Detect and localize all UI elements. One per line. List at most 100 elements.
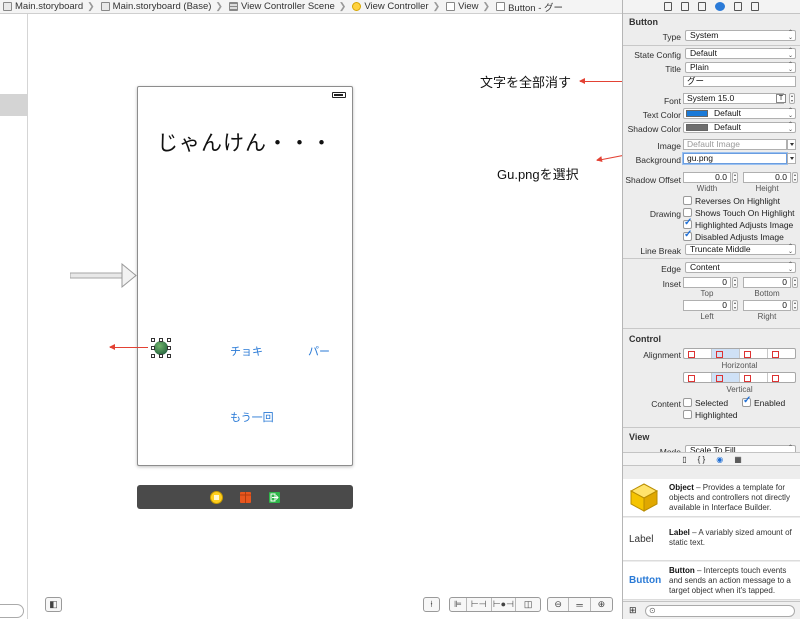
janken-title-label[interactable]: じゃんけん・・・ [138, 127, 352, 157]
title-type-popup[interactable]: Plain [685, 62, 796, 73]
state-config-popup[interactable]: Default [685, 48, 796, 59]
inset-right-field[interactable]: 0 [743, 300, 791, 311]
zoom-in-icon[interactable]: ⊕ [591, 598, 612, 611]
inset-right-stepper[interactable] [792, 300, 798, 311]
library-filter-field[interactable]: ⊙ [645, 605, 795, 617]
background-dropdown-icon[interactable] [787, 153, 796, 164]
media-library-icon[interactable]: ▦ [734, 455, 742, 464]
resize-handle[interactable] [151, 346, 155, 350]
line-break-label: Line Break [640, 246, 681, 256]
file-inspector-icon[interactable] [664, 2, 672, 11]
quick-help-icon[interactable] [681, 2, 689, 11]
resize-handle[interactable] [167, 354, 171, 358]
outline-filter-field[interactable] [0, 604, 24, 618]
library-item-button[interactable]: Button Button – Intercepts touch events … [623, 562, 800, 600]
font-picker-icon[interactable]: T [776, 94, 786, 103]
breadcrumb-item-button[interactable]: Button - グー [493, 0, 566, 13]
zoom-out-icon[interactable]: ⊖ [548, 598, 570, 611]
image-field[interactable]: Default Image [683, 139, 787, 150]
library-filter-bar: ⊞ ⊙ [623, 601, 800, 619]
show-outline-button[interactable]: ◧ [45, 597, 62, 612]
align-bottom-icon[interactable] [740, 373, 768, 382]
align-fill-vertical-icon[interactable] [768, 373, 795, 382]
initial-view-controller-arrow-icon[interactable] [70, 263, 137, 289]
font-size-stepper[interactable] [789, 93, 795, 104]
inset-bottom-field[interactable]: 0 [743, 277, 791, 288]
highlighted-adjusts-checkbox[interactable] [683, 217, 692, 229]
resize-handle[interactable] [159, 338, 163, 342]
line-break-popup[interactable]: Truncate Middle [685, 244, 796, 255]
inset-left-stepper[interactable] [732, 300, 738, 311]
shadow-height-stepper[interactable] [792, 172, 798, 183]
shadow-color-swatch[interactable] [686, 124, 708, 131]
align-left-icon[interactable] [684, 349, 712, 358]
size-inspector-icon[interactable] [734, 2, 742, 11]
resolve-icon[interactable]: ⊢●⊣ [492, 598, 517, 611]
breadcrumb-item-scene[interactable]: View Controller Scene ❯ [226, 1, 349, 12]
shadow-width-stepper[interactable] [732, 172, 738, 183]
connections-inspector-icon[interactable] [751, 2, 759, 11]
highlighted-checkbox[interactable] [683, 410, 692, 419]
gu-button[interactable] [151, 338, 171, 358]
image-dropdown-icon[interactable] [787, 139, 796, 150]
align-right-icon[interactable] [740, 349, 768, 358]
enabled-checkbox[interactable] [742, 395, 751, 407]
disabled-adjusts-checkbox[interactable] [683, 229, 692, 241]
inset-bottom-stepper[interactable] [792, 277, 798, 288]
identity-inspector-icon[interactable] [698, 2, 706, 11]
zoom-actual-icon[interactable]: ═ [569, 598, 591, 611]
view-controller-scene[interactable]: じゃんけん・・・ チョキ パー もう一回 [137, 86, 353, 466]
annotation-arrow-icon [109, 344, 148, 350]
breadcrumb-item-main-storyboard[interactable]: Main.storyboard ❯ [0, 1, 98, 12]
shadow-offset-height-field[interactable]: 0.0 [743, 172, 791, 183]
height-caption: Height [755, 184, 779, 193]
library-item-object[interactable]: Object – Provides a template for objects… [623, 479, 800, 517]
title-text-field[interactable]: グー [683, 76, 796, 87]
resize-handle[interactable] [151, 338, 155, 342]
inset-left-field[interactable]: 0 [683, 300, 731, 311]
font-field[interactable]: System 15.0 [683, 93, 784, 104]
size-class-button[interactable]: ⍿ [423, 597, 440, 612]
align-fill-icon[interactable] [768, 349, 795, 358]
resizing-icon[interactable]: ◫ [516, 598, 540, 611]
background-field[interactable]: gu.png [683, 153, 787, 164]
breadcrumb-item-view-controller[interactable]: View Controller ❯ [349, 1, 443, 12]
library-item-label[interactable]: Label Label – A variably sized amount of… [623, 518, 800, 561]
retry-button[interactable]: もう一回 [230, 409, 274, 425]
shadow-offset-width-field[interactable]: 0.0 [683, 172, 731, 183]
attributes-inspector-icon[interactable] [715, 2, 725, 11]
resize-handle[interactable] [167, 346, 171, 350]
outline-selected-row[interactable] [0, 94, 28, 116]
align-top-icon[interactable] [684, 373, 712, 382]
code-snippet-icon[interactable]: { } [698, 455, 706, 464]
inset-top-field[interactable]: 0 [683, 277, 731, 288]
inset-label: Inset [662, 279, 681, 289]
align-icon[interactable]: ⊫ [450, 598, 467, 611]
text-color-swatch[interactable] [686, 110, 708, 117]
type-popup[interactable]: System [685, 30, 796, 41]
exit-icon[interactable] [268, 491, 281, 504]
resize-handle[interactable] [159, 354, 163, 358]
horizontal-alignment-control[interactable] [683, 348, 796, 359]
pin-icon[interactable]: ⊢⊣ [467, 598, 492, 611]
resize-handle[interactable] [167, 338, 171, 342]
selected-checkbox[interactable] [683, 398, 692, 407]
object-library-icon[interactable]: ◉ [716, 455, 723, 464]
highlighted-adjusts-label: Highlighted Adjusts Image [695, 220, 794, 230]
file-template-icon[interactable]: ▯ [682, 455, 686, 464]
inset-top-stepper[interactable] [732, 277, 738, 288]
pa-button[interactable]: パー [308, 343, 330, 359]
first-responder-icon[interactable] [239, 491, 252, 504]
breadcrumb-item-base[interactable]: Main.storyboard (Base) ❯ [98, 1, 226, 12]
align-center-icon[interactable] [712, 349, 740, 358]
grid-view-icon[interactable]: ⊞ [629, 605, 637, 616]
choki-button[interactable]: チョキ [230, 343, 263, 359]
align-middle-icon[interactable] [712, 373, 740, 382]
vertical-alignment-control[interactable] [683, 372, 796, 383]
shows-touch-checkbox[interactable] [683, 208, 692, 217]
reverses-checkbox[interactable] [683, 196, 692, 205]
view-controller-icon[interactable] [209, 490, 223, 504]
edge-popup[interactable]: Content [685, 262, 796, 273]
breadcrumb-item-view[interactable]: View ❯ [443, 1, 493, 12]
resize-handle[interactable] [151, 354, 155, 358]
